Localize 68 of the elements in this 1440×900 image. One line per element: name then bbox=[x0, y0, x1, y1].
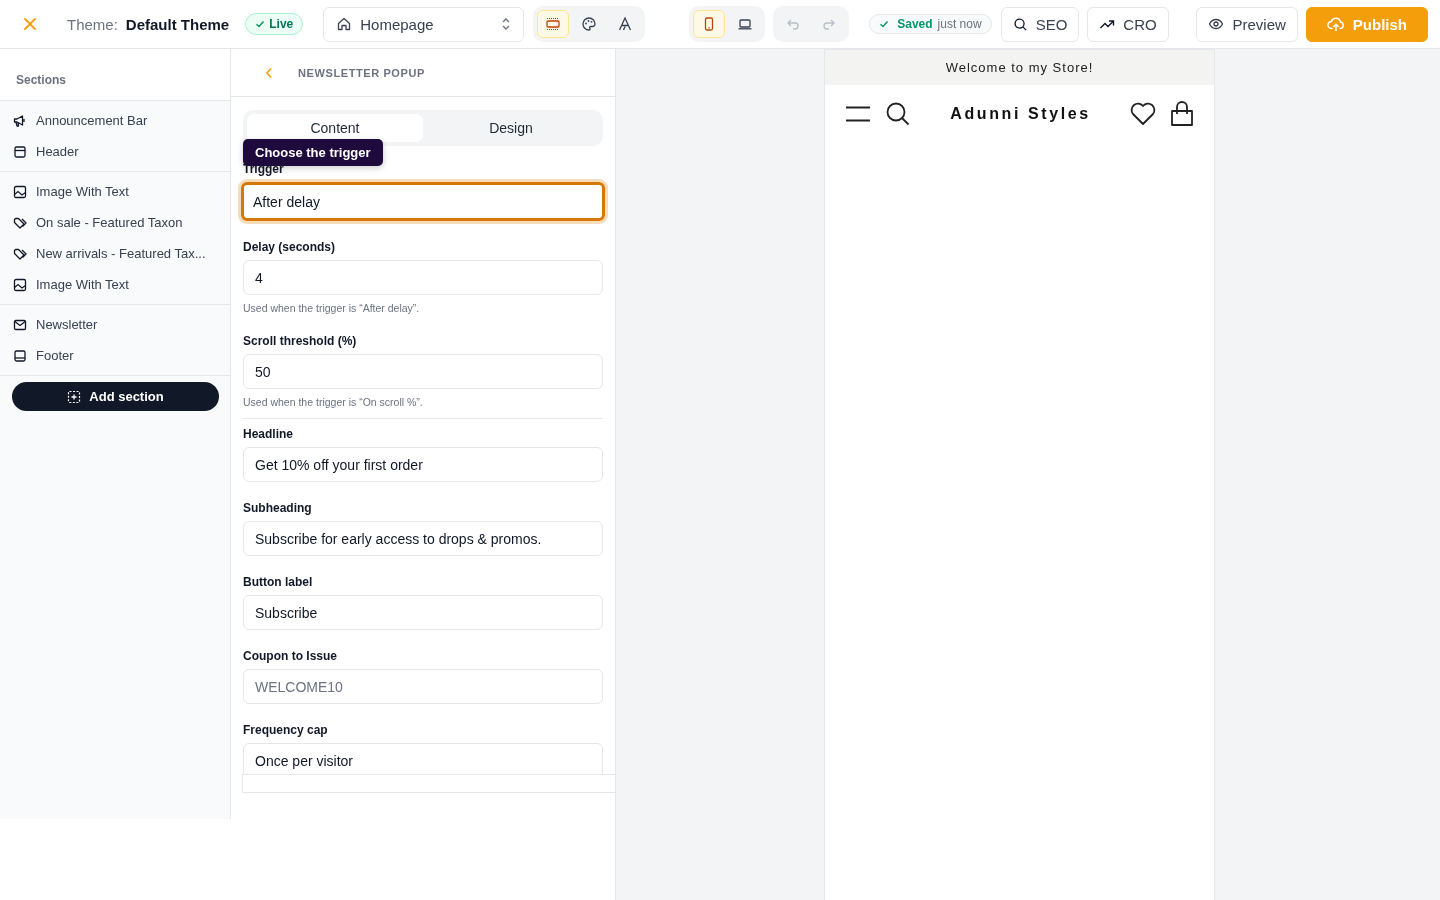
input-field[interactable]: Subscribe for early access to drops & promos. bbox=[243, 521, 603, 556]
check-icon bbox=[879, 19, 890, 29]
chevron-updown-icon bbox=[501, 17, 512, 31]
help-text: Used when the trigger is “After delay”. bbox=[243, 302, 421, 314]
field-label: Subheading bbox=[243, 501, 313, 515]
image-icon bbox=[13, 277, 27, 292]
tab[interactable]: Design bbox=[423, 114, 599, 142]
section-item[interactable]: Header bbox=[0, 136, 230, 167]
field-label: Button label bbox=[243, 575, 314, 589]
image-icon bbox=[13, 184, 27, 199]
layout-icon bbox=[545, 16, 562, 32]
eye-icon bbox=[1208, 16, 1225, 32]
add-section-button[interactable]: Add section bbox=[12, 382, 219, 411]
section-item[interactable]: Newsletter bbox=[0, 309, 230, 340]
field-label: Headline bbox=[243, 427, 294, 441]
heart-icon[interactable] bbox=[1130, 101, 1156, 126]
input-field[interactable]: Subscribe bbox=[243, 595, 603, 630]
field-label: Delay (seconds) bbox=[243, 240, 337, 254]
panel-title: NEWSLETTER POPUP bbox=[298, 66, 425, 79]
input-field[interactable]: Get 10% off your first order bbox=[243, 447, 603, 482]
input-field[interactable]: Once per visitor bbox=[243, 743, 603, 774]
window-icon bbox=[13, 348, 27, 363]
palette-icon bbox=[581, 16, 598, 32]
tags-icon bbox=[13, 246, 27, 261]
field-label: Scroll threshold (%) bbox=[243, 334, 358, 348]
redo-icon bbox=[822, 17, 837, 31]
typography-icon bbox=[617, 16, 634, 32]
saved-time: just now bbox=[937, 17, 982, 31]
help-text: Used when the trigger is “On scroll %”. bbox=[243, 396, 424, 408]
input-field[interactable]: WELCOME10 bbox=[243, 669, 603, 704]
home-icon bbox=[336, 16, 353, 32]
cro-button[interactable]: CRO bbox=[1087, 6, 1169, 42]
field-label: Frequency cap bbox=[243, 723, 329, 737]
theme-label: Theme: bbox=[67, 15, 118, 33]
sidebar-title: Sections bbox=[0, 49, 230, 101]
megaphone-icon bbox=[13, 113, 27, 128]
section-item[interactable]: Image With Text bbox=[0, 269, 230, 300]
saved-label: Saved bbox=[897, 17, 933, 31]
add-icon bbox=[67, 389, 82, 404]
check-icon bbox=[255, 19, 266, 29]
input-field[interactable]: After delay bbox=[241, 182, 605, 221]
shopping-bag-icon[interactable] bbox=[1170, 100, 1194, 127]
input-field[interactable]: 4 bbox=[243, 260, 603, 295]
input-field[interactable]: 50 bbox=[243, 354, 603, 389]
search-icon bbox=[1012, 16, 1028, 32]
section-item[interactable]: Image With Text bbox=[0, 176, 230, 207]
live-label: Live bbox=[269, 17, 294, 31]
laptop-icon bbox=[737, 16, 754, 32]
mobile-view-button[interactable] bbox=[693, 10, 726, 38]
menu-icon[interactable] bbox=[845, 104, 871, 123]
mail-icon bbox=[13, 317, 27, 332]
cloud-upload-icon bbox=[1326, 16, 1345, 32]
tab[interactable]: Content bbox=[247, 114, 423, 142]
tags-icon bbox=[13, 215, 27, 230]
field-label: Coupon to Issue bbox=[243, 649, 338, 663]
theme-name: Default Theme bbox=[125, 15, 230, 33]
section-item[interactable]: New arrivals - Featured Tax... bbox=[0, 238, 230, 269]
store-brand: Adunni Styles bbox=[949, 104, 1092, 123]
section-item[interactable]: Footer bbox=[0, 340, 230, 371]
section-item[interactable]: Announcement Bar bbox=[0, 105, 230, 136]
seo-button[interactable]: SEO bbox=[1000, 6, 1080, 42]
undo-icon bbox=[786, 17, 801, 31]
page-select[interactable]: Homepage bbox=[323, 6, 525, 42]
window-icon bbox=[13, 144, 27, 159]
search-icon[interactable] bbox=[885, 100, 911, 127]
section-item[interactable]: On sale - Featured Taxon bbox=[0, 207, 230, 238]
announcement-text: Welcome to my Store! bbox=[945, 60, 1094, 75]
preview-button[interactable]: Preview bbox=[1196, 6, 1298, 42]
